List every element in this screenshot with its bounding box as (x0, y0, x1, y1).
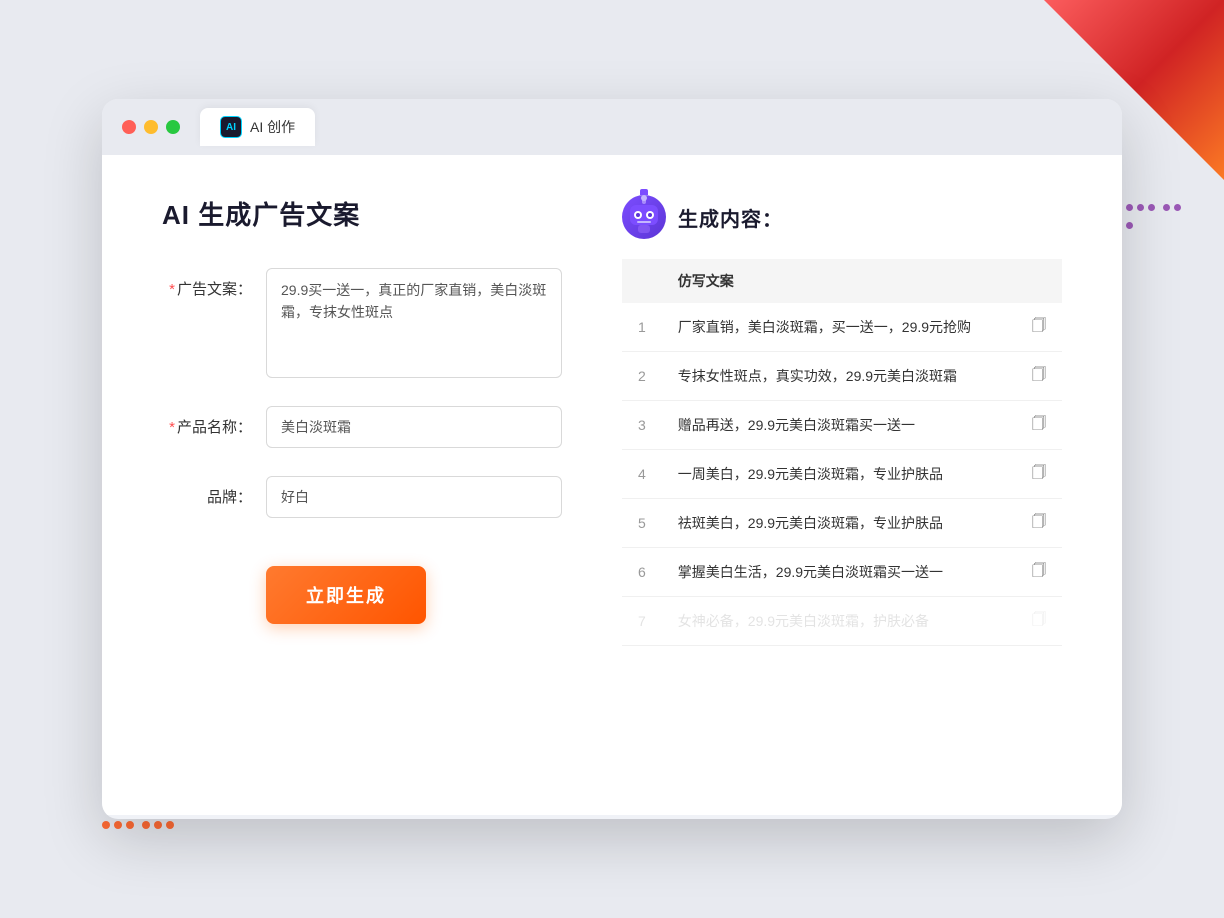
table-row: 5祛斑美白，29.9元美白淡斑霜，专业护肤品🗍 (622, 499, 1062, 548)
right-header: 生成内容： (622, 195, 1062, 239)
robot-icon (622, 195, 666, 239)
product-name-required: * (169, 419, 175, 436)
result-row-text: 一周美白，29.9元美白淡斑霜，专业护肤品 (662, 450, 1016, 499)
result-row-text: 祛斑美白，29.9元美白淡斑霜，专业护肤品 (662, 499, 1016, 548)
product-name-label: *产品名称： (162, 406, 252, 437)
copy-button[interactable]: 🗍 (1016, 548, 1062, 597)
table-row: 1厂家直销，美白淡斑霜，买一送一，29.9元抢购🗍 (622, 303, 1062, 352)
brand-row: 品牌： (162, 476, 562, 518)
result-row-text: 女神必备，29.9元美白淡斑霜，护肤必备 (662, 597, 1016, 646)
col-text-header: 仿写文案 (662, 259, 1016, 303)
window-controls (122, 120, 180, 134)
ad-copy-row: *广告文案： (162, 268, 562, 378)
browser-window: AI AI 创作 AI 生成广告文案 *广告文案： *产品名称： (102, 99, 1122, 819)
result-row-number: 4 (622, 450, 662, 499)
copy-button[interactable]: 🗍 (1016, 303, 1062, 352)
result-row-text: 专抹女性斑点，真实功效，29.9元美白淡斑霜 (662, 352, 1016, 401)
product-name-row: *产品名称： (162, 406, 562, 448)
col-num-header (622, 259, 662, 303)
results-title: 生成内容： (678, 203, 783, 232)
right-panel: 生成内容： 仿写文案 1厂家直销，美白淡斑霜，买一送一，29.9元抢购🗍2专抹女… (622, 195, 1062, 775)
result-row-number: 5 (622, 499, 662, 548)
result-row-number: 7 (622, 597, 662, 646)
title-bar: AI AI 创作 (102, 99, 1122, 155)
result-row-number: 6 (622, 548, 662, 597)
result-row-text: 掌握美白生活，29.9元美白淡斑霜买一送一 (662, 548, 1016, 597)
window-maximize-button[interactable] (166, 120, 180, 134)
browser-tab[interactable]: AI AI 创作 (200, 108, 315, 146)
product-name-input[interactable] (266, 406, 562, 448)
result-row-number: 1 (622, 303, 662, 352)
window-minimize-button[interactable] (144, 120, 158, 134)
table-row: 4一周美白，29.9元美白淡斑霜，专业护肤品🗍 (622, 450, 1062, 499)
table-row: 2专抹女性斑点，真实功效，29.9元美白淡斑霜🗍 (622, 352, 1062, 401)
results-table: 仿写文案 1厂家直销，美白淡斑霜，买一送一，29.9元抢购🗍2专抹女性斑点，真实… (622, 259, 1062, 646)
generate-button[interactable]: 立即生成 (266, 566, 426, 624)
window-close-button[interactable] (122, 120, 136, 134)
ad-copy-label: *广告文案： (162, 268, 252, 299)
result-row-number: 2 (622, 352, 662, 401)
main-content: AI 生成广告文案 *广告文案： *产品名称： 品牌： 立 (102, 155, 1122, 815)
left-panel: AI 生成广告文案 *广告文案： *产品名称： 品牌： 立 (162, 195, 562, 775)
table-row: 6掌握美白生活，29.9元美白淡斑霜买一送一🗍 (622, 548, 1062, 597)
result-row-text: 厂家直销，美白淡斑霜，买一送一，29.9元抢购 (662, 303, 1016, 352)
bg-decoration-dots-orange (100, 818, 180, 858)
tab-label: AI 创作 (250, 117, 295, 137)
ai-tab-icon: AI (220, 116, 242, 138)
brand-label: 品牌： (162, 476, 252, 507)
result-row-number: 3 (622, 401, 662, 450)
col-copy-header (1016, 259, 1062, 303)
copy-button[interactable]: 🗍 (1016, 401, 1062, 450)
bg-decoration-dots-purple (1124, 200, 1184, 260)
ad-copy-input[interactable] (266, 268, 562, 378)
copy-button[interactable]: 🗍 (1016, 352, 1062, 401)
robot-svg (622, 195, 666, 239)
copy-button[interactable]: 🗍 (1016, 499, 1062, 548)
ad-copy-required: * (169, 281, 175, 298)
copy-button[interactable]: 🗍 (1016, 450, 1062, 499)
brand-input[interactable] (266, 476, 562, 518)
copy-button[interactable]: 🗍 (1016, 597, 1062, 646)
result-row-text: 赠品再送，29.9元美白淡斑霜买一送一 (662, 401, 1016, 450)
page-title: AI 生成广告文案 (162, 195, 562, 232)
table-row: 3赠品再送，29.9元美白淡斑霜买一送一🗍 (622, 401, 1062, 450)
table-row: 7女神必备，29.9元美白淡斑霜，护肤必备🗍 (622, 597, 1062, 646)
